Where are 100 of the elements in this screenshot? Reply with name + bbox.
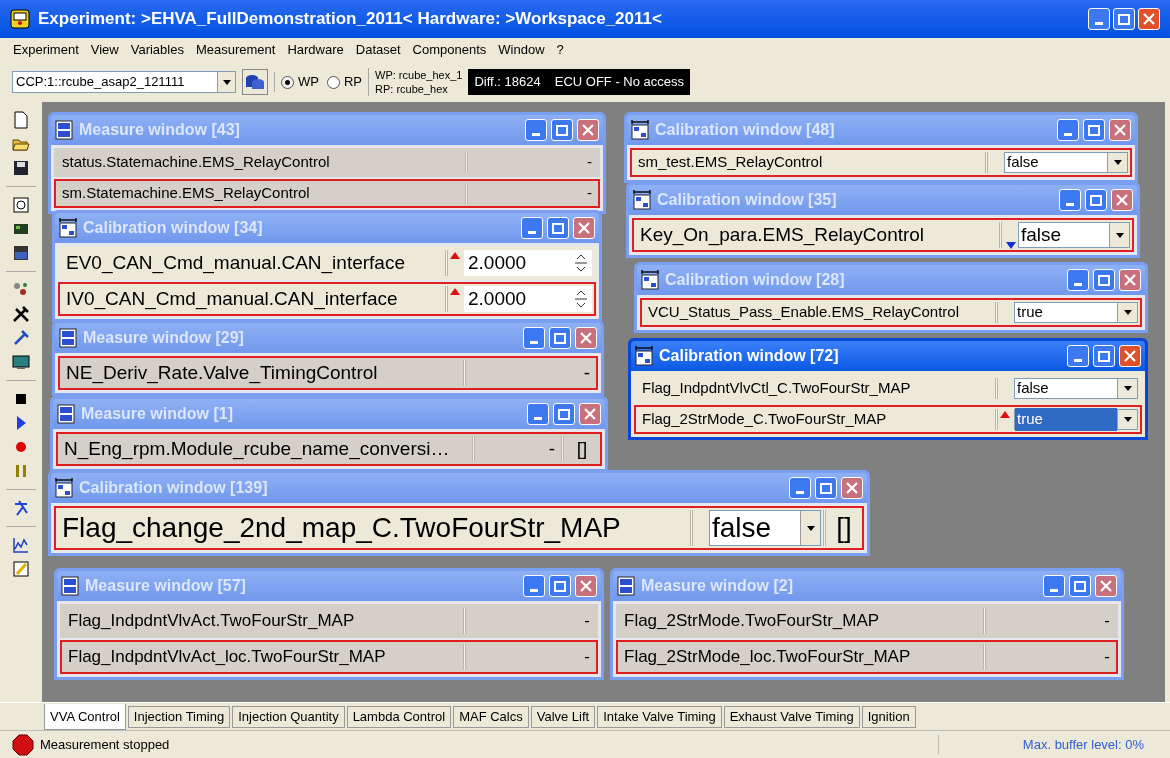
minimize-button[interactable] [523,575,545,597]
sheet-tab[interactable]: Injection Quantity [232,706,345,728]
variable-row[interactable]: sm_test.EMS_RelayControl false [630,148,1132,177]
menu-item[interactable]: Variables [125,40,189,60]
variable-row[interactable]: Flag_2StrMode_C.TwoFourStr_MAP true [634,405,1142,434]
value-dropdown[interactable]: false [1014,378,1138,399]
menu-item[interactable]: Measurement [190,40,281,60]
new-file-icon[interactable] [11,110,31,130]
maximize-button[interactable] [1093,345,1115,367]
close-button[interactable] [575,327,597,349]
chart-icon[interactable] [11,535,31,555]
variable-row[interactable]: sm.Statemachine.EMS_RelayControl - [54,179,600,208]
maximize-button[interactable] [549,575,571,597]
value-dropdown[interactable]: true [1014,302,1138,323]
tools-icon[interactable] [11,304,31,324]
variable-name: Flag_2StrMode.TwoFourStr_MAP [623,610,881,633]
variable-row[interactable]: Flag_change_2nd_map_C.TwoFourStr_MAP false [] [54,506,864,550]
minimize-button[interactable] [521,217,543,239]
minimize-button[interactable] [1088,8,1110,30]
minimize-button[interactable] [1067,269,1089,291]
sheet-tab[interactable]: Lambda Control [346,706,452,728]
number-spinner[interactable]: 2.0000 [464,286,592,312]
value-dropdown[interactable]: false [709,510,821,546]
maximize-button[interactable] [1093,269,1115,291]
maximize-button[interactable] [1083,119,1105,141]
menu-item[interactable]: View [85,40,124,60]
value-dropdown[interactable]: false [1018,222,1130,248]
menu-item[interactable]: Dataset [350,40,406,60]
maximize-icon [1098,350,1110,362]
monitor-icon[interactable] [11,243,31,263]
variable-row[interactable]: N_Eng_rpm.Module_rcube_name_conversi… - [] [56,432,602,466]
maximize-button[interactable] [553,403,575,425]
sheet-tab[interactable]: Intake Valve Timing [597,706,722,728]
sheet-tab[interactable]: MAF Calcs [453,706,529,728]
close-button[interactable] [841,477,863,499]
device-dropdown[interactable]: CCP:1::rcube_asap2_121111 [12,71,236,93]
page-radio[interactable] [326,75,340,89]
sheet-tab[interactable]: Injection Timing [127,706,231,728]
variable-row[interactable]: Key_On_para.EMS_RelayControl false [632,218,1134,252]
close-button[interactable] [1095,575,1117,597]
menu-item[interactable]: Components [407,40,492,60]
maximize-button[interactable] [547,217,569,239]
variable-name: Flag_2StrMode_C.TwoFourStr_MAP [641,409,888,430]
maximize-button[interactable] [551,119,573,141]
save-icon[interactable] [11,158,31,178]
maximize-button[interactable] [1113,8,1135,30]
minimize-button[interactable] [1059,189,1081,211]
calibration-icon [55,478,73,498]
menu-item[interactable]: ? [551,40,569,60]
close-button[interactable] [1109,119,1131,141]
minimize-button[interactable] [523,327,545,349]
variable-name: Flag_2StrMode_loc.TwoFourStr_MAP [623,646,912,669]
value-dropdown[interactable]: false [1004,152,1128,173]
sheet-tab[interactable]: Valve Lift [530,706,596,728]
gauge-icon[interactable] [11,195,31,215]
variable-row[interactable]: status.Statemachine.EMS_RelayControl - [54,148,600,177]
dropdown-arrow-icon [1113,160,1122,165]
minimize-button[interactable] [1067,345,1089,367]
page-radio[interactable] [281,75,294,89]
minimize-button[interactable] [1043,575,1065,597]
close-button[interactable] [1119,269,1141,291]
number-spinner[interactable]: 2.0000 [464,250,592,276]
window-title: Calibration window [48] [655,120,836,140]
screen-icon[interactable] [11,352,31,372]
close-button[interactable] [1138,8,1160,30]
measure-icon [617,576,635,596]
close-button[interactable] [1119,345,1141,367]
sheet-tab[interactable]: VVA Control [44,704,126,730]
close-button[interactable] [1111,189,1133,211]
variable-row[interactable]: EV0_CAN_Cmd_manual.CAN_interface 2.0000 [58,246,596,280]
maximize-button[interactable] [1069,575,1091,597]
minimize-button[interactable] [1057,119,1079,141]
close-button[interactable] [577,119,599,141]
minimize-button[interactable] [789,477,811,499]
variable-row[interactable]: IV0_CAN_Cmd_manual.CAN_interface 2.0000 [58,282,596,316]
close-button[interactable] [575,575,597,597]
minimize-button[interactable] [527,403,549,425]
variable-row[interactable]: Flag_IndpdntVlvAct.TwoFourStr_MAP - [60,604,598,638]
maximize-button[interactable] [815,477,837,499]
maximize-icon [556,124,568,136]
menu-item[interactable]: Experiment [8,40,84,60]
value-dropdown[interactable]: true [1014,409,1138,430]
maximize-icon [554,332,566,344]
close-button[interactable] [573,217,595,239]
maximize-button[interactable] [549,327,571,349]
database-button[interactable] [242,69,268,95]
menu-item[interactable]: Hardware [282,40,349,60]
sheet-tab[interactable]: Ignition [861,706,916,728]
variable-row[interactable]: NE_Deriv_Rate.Valve_TimingControl - [58,356,598,390]
variable-row[interactable]: Flag_IndpdntVlvAct_loc.TwoFourStr_MAP - [60,640,598,674]
variable-row[interactable]: VCU_Status_Pass_Enable.EMS_RelayControl true [640,298,1142,327]
sheet-tab[interactable]: Exhaust Valve Timing [723,706,860,728]
close-icon [580,580,592,592]
edit-icon[interactable] [11,559,31,579]
menu-item[interactable]: Window [493,40,550,60]
variable-row[interactable]: Flag_2StrMode_loc.TwoFourStr_MAP - [616,640,1118,674]
maximize-button[interactable] [1085,189,1107,211]
minimize-button[interactable] [525,119,547,141]
close-button[interactable] [579,403,601,425]
variable-row[interactable]: Flag_2StrMode.TwoFourStr_MAP - [616,604,1118,638]
